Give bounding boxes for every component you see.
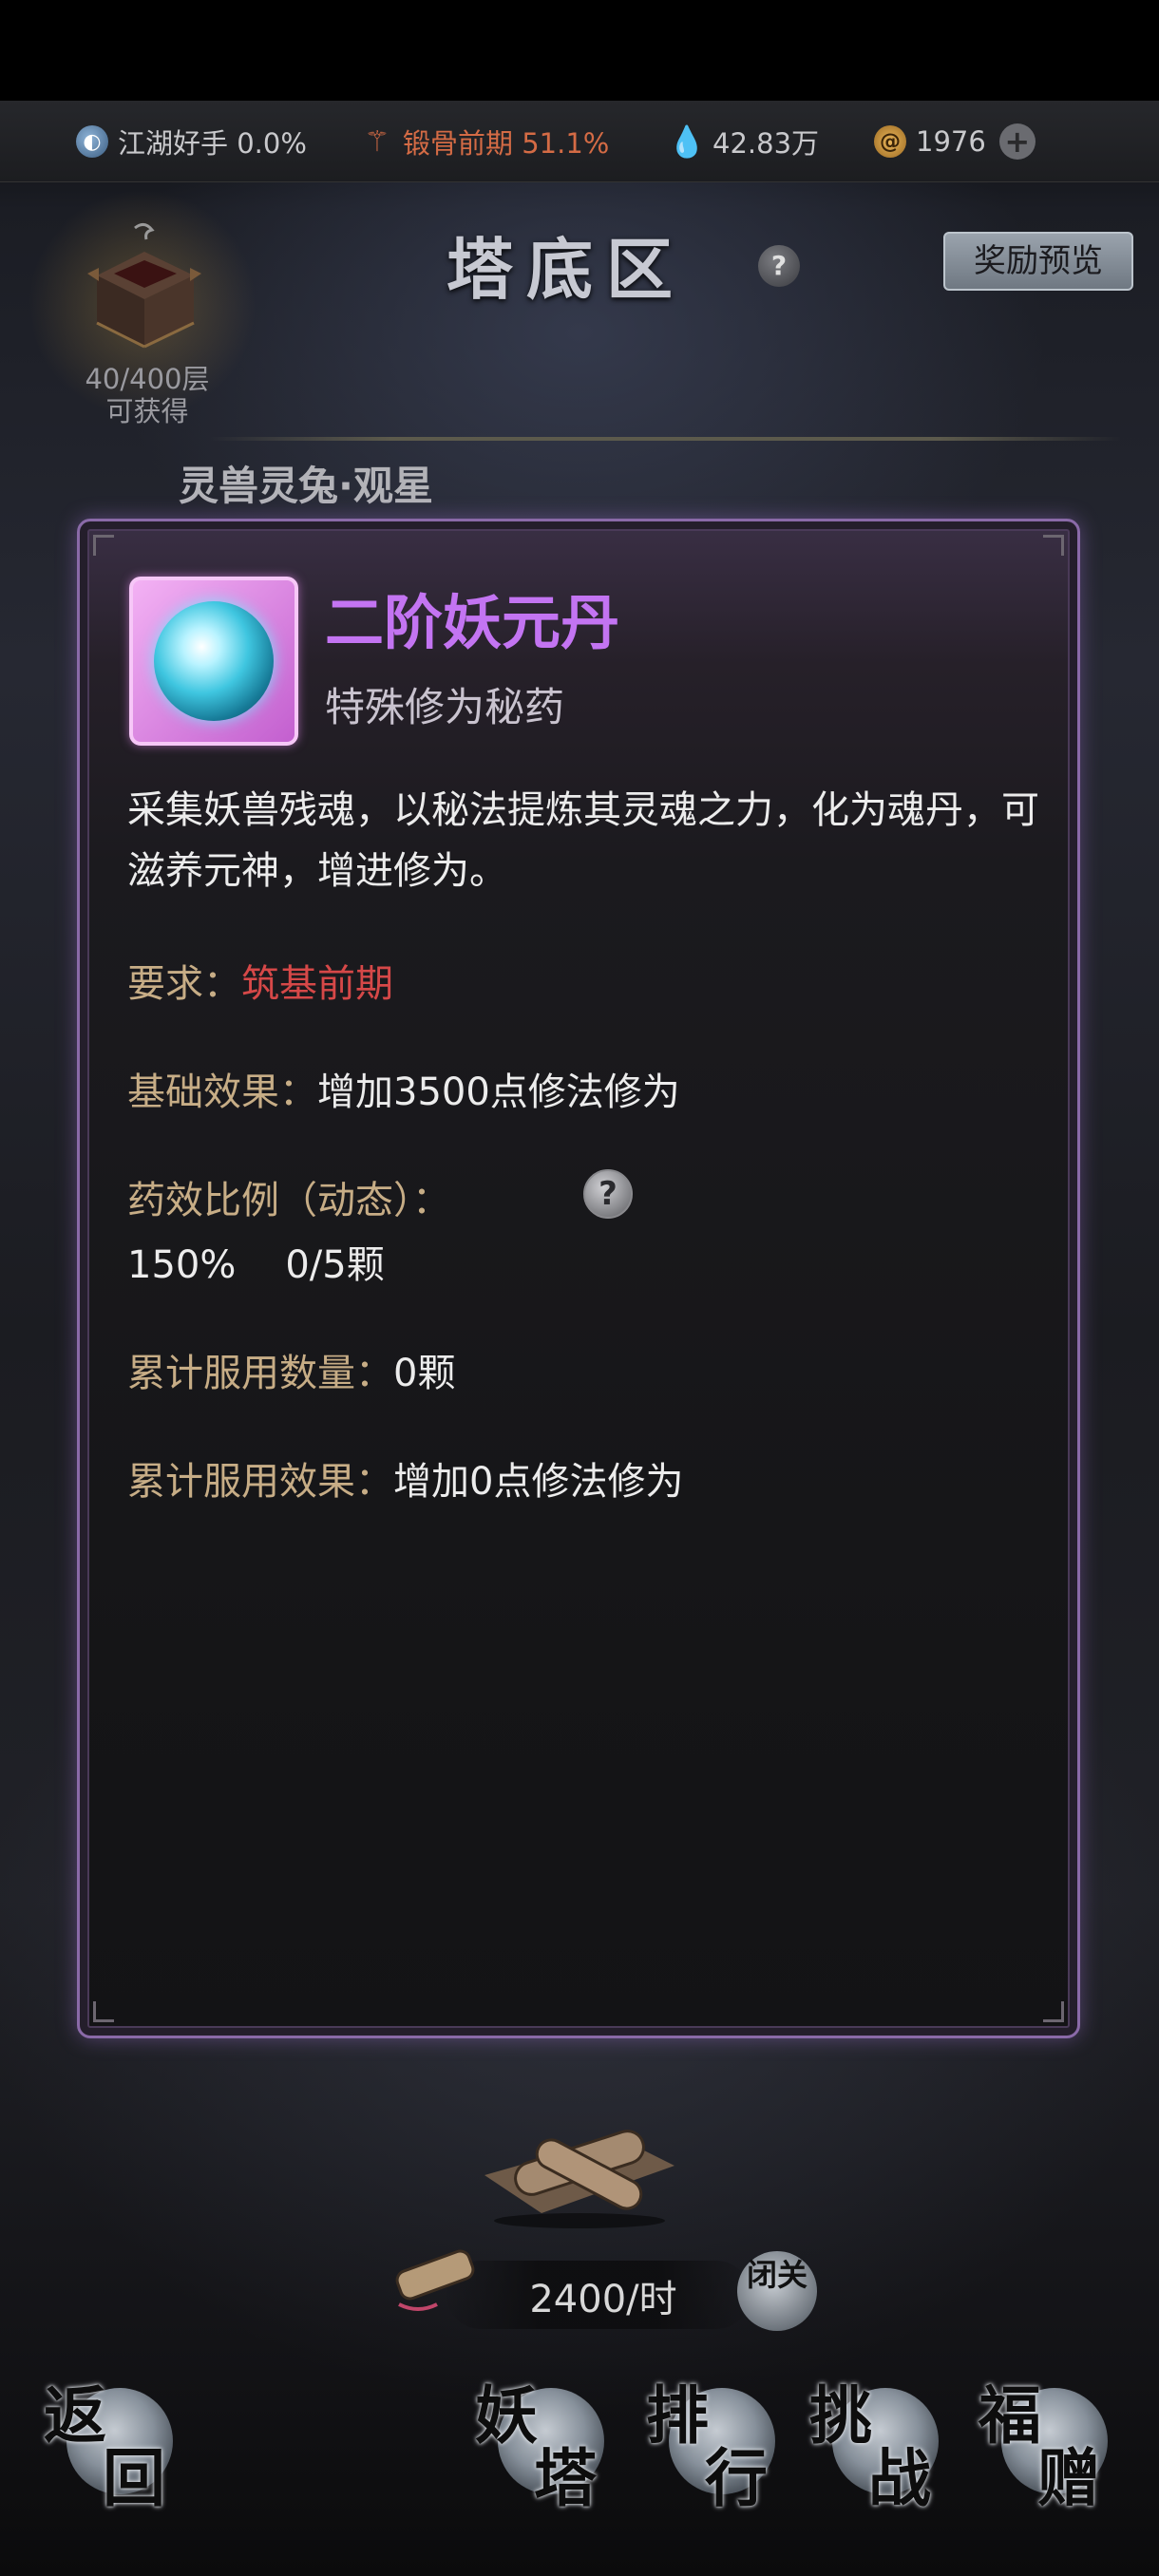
- base-effect-value: 增加3500点修法修为: [317, 1070, 680, 1114]
- panel-corner-ornament: [1043, 535, 1064, 556]
- requirement-value: 筑基前期: [241, 962, 393, 1006]
- base-effect-label: 基础效果：: [127, 1070, 317, 1114]
- floor-progress: 40/400层 可获得: [57, 363, 238, 427]
- taken-count-row: 累计服用数量：0颗: [127, 1342, 455, 1397]
- back-char-1: 返: [44, 2378, 106, 2453]
- cumulative-effect-row: 累计服用效果：增加0点修法修为: [127, 1450, 683, 1506]
- ratio-count: 0/5颗: [285, 1243, 385, 1287]
- realm-orb-icon: ◐: [76, 125, 108, 158]
- crystal-label: 42.83万: [712, 127, 820, 160]
- coin-label: 1976: [916, 125, 986, 158]
- realm-label: 江湖好手 0.0%: [118, 127, 307, 160]
- bone-stat: ⚚ 锻骨前期 51.1%: [361, 101, 610, 182]
- base-effect-row: 基础效果：增加3500点修法修为: [127, 1061, 680, 1116]
- ratio-help-icon[interactable]: ?: [583, 1169, 633, 1219]
- panel-corner-ornament: [93, 535, 114, 556]
- taken-count-value: 0颗: [393, 1352, 456, 1395]
- ratio-row: 药效比例（动态）：: [127, 1169, 450, 1224]
- rank-char-2: 行: [705, 2441, 768, 2515]
- ratio-label: 药效比例（动态）：: [127, 1179, 450, 1222]
- bone-stage-label: 锻骨前期 51.1%: [403, 127, 610, 160]
- back-button[interactable]: 返 回: [44, 2373, 186, 2515]
- requirement-label: 要求：: [127, 962, 241, 1006]
- demon-tower-button[interactable]: 妖 塔: [475, 2373, 618, 2515]
- ranking-button[interactable]: 排 行: [646, 2373, 788, 2515]
- coin-icon: @: [874, 125, 906, 158]
- zone-title: 塔底区: [446, 230, 686, 309]
- requirement-row: 要求：筑基前期: [127, 953, 393, 1008]
- gift-char-1: 福: [978, 2378, 1041, 2453]
- add-coin-button[interactable]: +: [998, 123, 1036, 160]
- seclusion-label: 闭关: [747, 2257, 808, 2293]
- challenge-button[interactable]: 挑 战: [809, 2373, 952, 2515]
- panel-corner-ornament: [93, 2001, 114, 2022]
- obtainable-label: 可获得: [105, 395, 189, 427]
- spirit-beast-label: 灵兽灵兔·观星: [179, 463, 433, 509]
- challenge-char-2: 战: [868, 2441, 931, 2515]
- scroll-bundle-icon[interactable]: [475, 2099, 684, 2232]
- back-char-2: 回: [103, 2441, 165, 2515]
- bone-stage-icon: ⚚: [364, 124, 390, 159]
- crystal-stat: 💧 42.83万: [668, 101, 820, 182]
- challenge-char-1: 挑: [809, 2378, 872, 2453]
- taken-count-label: 累计服用数量：: [127, 1352, 393, 1395]
- resource-status-bar: ◐ 江湖好手 0.0% ⚚ 锻骨前期 51.1% 💧 42.83万 @ 1976…: [0, 101, 1159, 182]
- realm-stat: ◐ 江湖好手 0.0%: [76, 101, 307, 182]
- item-type: 特殊修为秘药: [325, 684, 565, 730]
- panel-corner-ornament: [1043, 2001, 1064, 2022]
- ratio-value-row: 150% 0/5颗: [127, 1234, 385, 1289]
- floor-count: 40/400层: [85, 363, 210, 395]
- tower-char-2: 塔: [534, 2441, 597, 2515]
- ratio-value: 150%: [127, 1243, 237, 1287]
- tower-chest-icon[interactable]: [78, 218, 211, 361]
- gift-button[interactable]: 福 赠: [978, 2373, 1121, 2515]
- rank-char-1: 排: [646, 2378, 709, 2453]
- item-detail-panel: 二阶妖元丹 特殊修为秘药 采集妖兽残魂，以秘法提炼其灵魂之力，化为魂丹，可滋养元…: [77, 519, 1080, 2038]
- gift-char-2: 赠: [1037, 2441, 1100, 2515]
- cumulative-effect-label: 累计服用效果：: [127, 1460, 393, 1504]
- top-system-bar: [0, 0, 1159, 101]
- reward-preview-button[interactable]: 奖励预览: [943, 232, 1133, 291]
- spirit-orb-icon: [154, 601, 274, 721]
- tower-char-1: 妖: [475, 2378, 538, 2453]
- coin-stat: @ 1976 +: [874, 101, 1036, 182]
- zone-help-icon[interactable]: ?: [758, 245, 800, 287]
- cumulative-effect-value: 增加0点修法修为: [393, 1460, 684, 1504]
- item-name: 二阶妖元丹: [325, 588, 620, 657]
- crystal-icon: 💧: [668, 123, 706, 160]
- header-divider: [209, 437, 1121, 441]
- item-description: 采集妖兽残魂，以秘法提炼其灵魂之力，化为魂丹，可滋养元神，增进修为。: [127, 788, 1039, 893]
- production-rate: 2400/时: [529, 2278, 677, 2321]
- item-icon-frame: [129, 577, 298, 746]
